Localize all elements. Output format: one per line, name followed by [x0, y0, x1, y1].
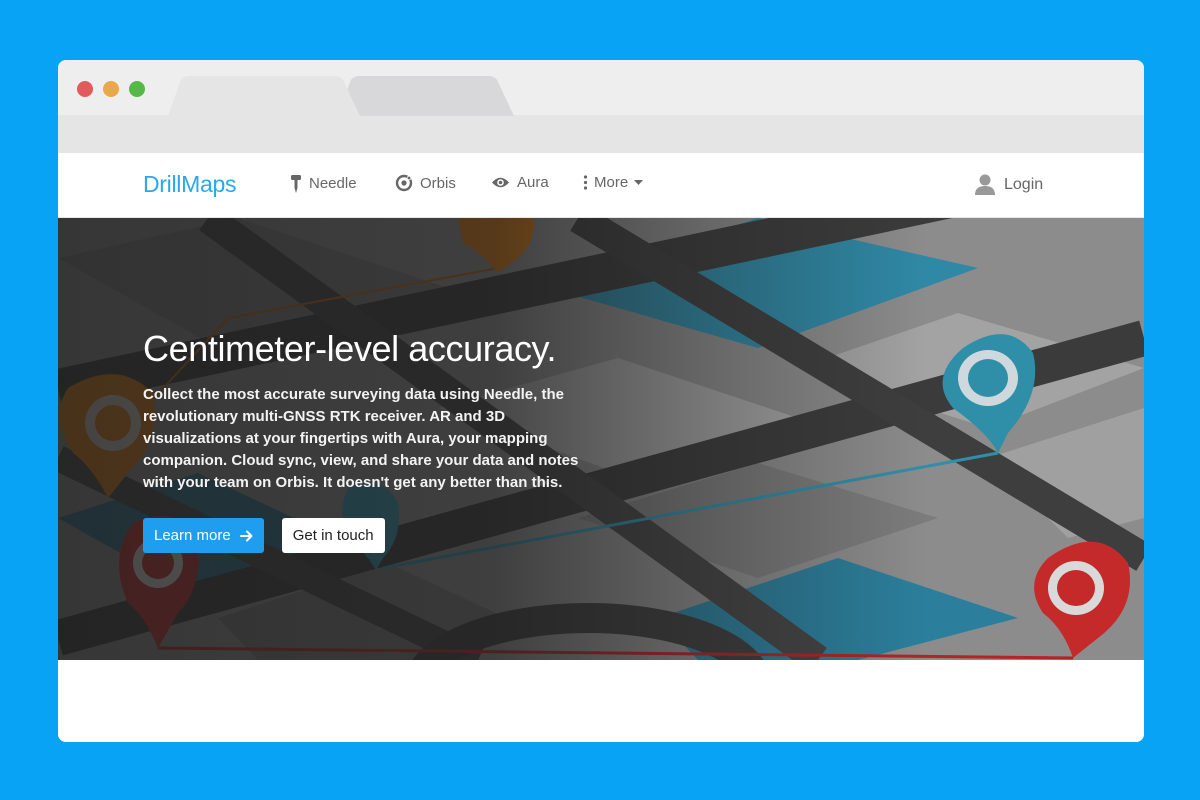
- get-in-touch-button[interactable]: Get in touch: [281, 518, 385, 553]
- get-in-touch-label: Get in touch: [292, 527, 374, 544]
- maximize-window-button[interactable]: [129, 81, 145, 97]
- nav-item-aura-label: Aura: [517, 174, 549, 191]
- browser-window: DrillMaps Needle Orbis Aura More Login C…: [58, 60, 1144, 742]
- nav-item-more-label: More: [594, 174, 629, 191]
- caret-down-icon: [634, 179, 644, 185]
- site-navbar: DrillMaps Needle Orbis Aura More Login: [58, 153, 1144, 218]
- nav-item-orbis[interactable]: Orbis: [395, 174, 456, 192]
- vertical-dots-icon: [583, 175, 588, 190]
- login-label: Login: [1004, 175, 1044, 193]
- nav-item-needle[interactable]: Needle: [290, 174, 357, 193]
- nav-item-orbis-label: Orbis: [420, 174, 456, 192]
- hero-title: Centimeter-level accuracy.: [143, 328, 557, 369]
- learn-more-label: Learn more: [154, 527, 231, 544]
- page-content-area: [58, 660, 1144, 742]
- brand-logo[interactable]: DrillMaps: [143, 171, 236, 198]
- learn-more-button[interactable]: Learn more: [143, 518, 264, 553]
- needle-icon: [291, 175, 301, 193]
- hero-section: Centimeter-level accuracy. Collect the m…: [58, 218, 1144, 660]
- hero-description: Collect the most accurate surveying data…: [143, 386, 579, 491]
- window-controls: [77, 81, 145, 97]
- user-icon: [975, 174, 995, 195]
- browser-tab-inactive[interactable]: [338, 76, 514, 116]
- toolbar-area: [58, 115, 1144, 153]
- login-link[interactable]: Login: [975, 174, 1043, 195]
- nav-item-more[interactable]: More: [583, 174, 644, 191]
- nav-item-aura[interactable]: Aura: [491, 174, 549, 191]
- arrow-right-icon: [239, 530, 253, 541]
- hero-content: Centimeter-level accuracy. Collect the m…: [143, 328, 603, 553]
- browser-tab-active[interactable]: [168, 76, 360, 116]
- nav-item-needle-label: Needle: [309, 175, 357, 192]
- browser-chrome: [58, 60, 1144, 153]
- minimize-window-button[interactable]: [103, 81, 119, 97]
- orbis-icon: [395, 174, 413, 192]
- hero-buttons: Learn more Get in touch: [143, 518, 603, 553]
- close-window-button[interactable]: [77, 81, 93, 97]
- eye-icon: [492, 177, 509, 188]
